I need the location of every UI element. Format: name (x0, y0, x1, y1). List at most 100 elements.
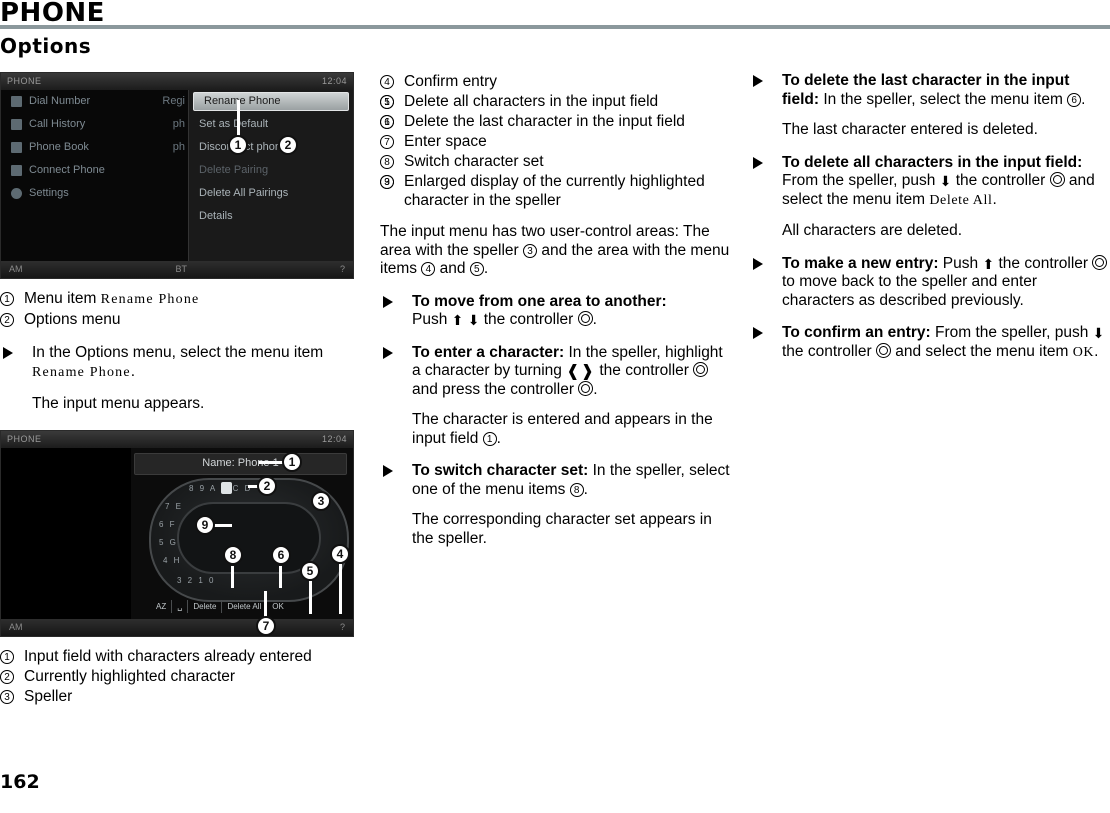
bluetooth-icon: BT (175, 264, 187, 274)
callout-bubble-6: 6 (271, 544, 291, 565)
screenshot2-bottom-left: AM (9, 621, 23, 632)
ref-1: 1 (482, 431, 497, 446)
callout-bubble-2: 2 (278, 135, 298, 155)
screenshot-phone-options-menu: PHONE 12:04 Dial Number Regi Call Histor… (0, 72, 354, 279)
screenshot2-bottom-bar: AM ? (1, 618, 353, 636)
ref-3: 3 (523, 243, 538, 258)
controller-icon (1049, 172, 1065, 187)
speller-row: 5 G (159, 537, 178, 547)
legend-number: 8 (380, 155, 394, 169)
screenshot1-bottom-left: AM (9, 264, 23, 274)
instruction-a: Push (938, 254, 983, 272)
legend-text: Options menu (24, 311, 121, 328)
bullet-triangle-icon (383, 465, 393, 477)
legend-number: 1 (0, 649, 14, 664)
screenshot1-menu-item[interactable]: Call History ph (1, 113, 191, 136)
legend-row: 1 Input field with characters already en… (0, 647, 360, 666)
screenshot1-menu-item[interactable]: Connect Phone (1, 159, 191, 182)
legend-row: 1 Menu item Rename Phone (0, 289, 360, 309)
menu-label: Dial Number (29, 95, 91, 107)
instruction-d: . (992, 190, 997, 208)
screenshot1-menu-item[interactable]: Dial Number Regi (1, 90, 191, 113)
callout-leader (309, 580, 312, 614)
bullet-triangle-icon (753, 156, 763, 169)
screenshot1-menu-item[interactable]: Phone Book ph (1, 136, 191, 159)
legend-row: 6 Delete the last character in the input… (380, 112, 732, 131)
instruction-b: the controller (782, 342, 876, 360)
callout-leader (264, 590, 267, 617)
callout-leader (237, 100, 240, 136)
legend-row: 2 Options menu (0, 310, 360, 329)
callout-bubble-7: 7 (256, 615, 276, 636)
page-header-title: PHONE (0, 0, 105, 28)
menu-label: Settings (29, 187, 69, 199)
menu-item-space[interactable]: ␣ (171, 599, 187, 613)
instruction-text: To switch character set: In the speller,… (412, 462, 732, 499)
legend-number: 2 (0, 669, 14, 684)
instruction-title: To switch character set: (412, 462, 589, 479)
callout-leader (231, 565, 234, 588)
instruction-mono: Delete All (929, 192, 993, 208)
step-mono: Rename Phone (32, 364, 131, 380)
instruction-b: the controller (595, 362, 694, 379)
legend-row: 2 Currently highlighted character (0, 667, 360, 686)
legend-text: Input field with characters already ente… (24, 647, 312, 665)
callout-bubble-3: 3 (311, 490, 331, 511)
legend-number: 3 (0, 689, 14, 704)
instruction-d: . (593, 380, 598, 398)
screenshot1-menu-item[interactable]: Settings (1, 182, 191, 205)
callout-bubble-9: 9 (195, 514, 215, 535)
bullet-triangle-icon (383, 295, 393, 308)
menu-item-delete-all[interactable]: Delete All (221, 599, 266, 613)
result-character-entered: The character is entered and appears in … (380, 411, 732, 448)
option-rename-phone[interactable]: Rename Phone (193, 92, 349, 111)
column-middle: 4 Confirm entry 5 Delete all characters … (380, 72, 732, 548)
result-a: The character is entered and appears in … (412, 411, 713, 447)
legend-text: Speller (24, 687, 73, 705)
instruction-title: To delete all characters in the input fi… (782, 153, 1083, 171)
legend-text: Currently highlighted character (24, 667, 236, 685)
option-disconnect-phone[interactable]: Disconnect phone (189, 136, 353, 159)
legend-text: Switch character set (404, 153, 544, 170)
bullet-triangle-icon (753, 75, 763, 87)
menu-item-switch-charset[interactable]: AZ (151, 600, 171, 613)
menu-item-ok[interactable]: OK (266, 599, 289, 613)
instruction-delete-all-characters: To delete all characters in the input fi… (750, 154, 1110, 211)
highlighted-character (221, 481, 232, 494)
speller-row: 6 F (159, 519, 177, 529)
bullet-triangle-icon (3, 347, 13, 359)
screenshot2-left-pane (1, 447, 131, 619)
legend-screenshot1: 1 Menu item Rename Phone 2 Options menu (0, 289, 360, 329)
legend-text: Delete all characters in the input field (404, 93, 659, 110)
instruction-a: Push (412, 311, 452, 328)
callout-bubble-2: 2 (257, 475, 277, 496)
instruction-text: To make a new entry: Push ⬆ the controll… (782, 254, 1110, 311)
screenshot1-main-menu: Dial Number Regi Call History ph Phone B… (1, 90, 191, 261)
instruction-confirm-entry: To confirm an entry: From the speller, p… (750, 324, 1110, 362)
step-tail: . (130, 362, 136, 380)
instruction-title: To move from one area to another: (412, 292, 667, 310)
option-set-as-default[interactable]: Set as Default (189, 113, 353, 136)
option-details[interactable]: Details (189, 205, 353, 228)
legend-text: Enlarged display of the currently highli… (404, 173, 705, 209)
option-delete-all-pairings[interactable]: Delete All Pairings (189, 182, 353, 205)
screenshot1-status-left: PHONE (7, 76, 42, 86)
callout-bubble-1: 1 (228, 135, 248, 155)
bullet-triangle-icon (753, 257, 763, 270)
bullet-triangle-icon (753, 327, 763, 339)
instruction-text: To enter a character: In the speller, hi… (412, 344, 732, 400)
callout-leader (279, 565, 282, 588)
menu-value: Regi (162, 95, 185, 107)
menu-item-delete[interactable]: Delete (187, 599, 221, 613)
speller-input-field[interactable]: Name: Phone 1 (134, 452, 347, 475)
legend-screenshot2: 1 Input field with characters already en… (0, 647, 360, 706)
header-rule (0, 25, 1110, 29)
speller-row: 4 H (163, 555, 182, 565)
intro-c: and (435, 260, 470, 277)
option-delete-pairing[interactable]: Delete Pairing (189, 159, 353, 182)
legend-number: 4 (380, 75, 394, 89)
phone-book-icon (11, 142, 22, 153)
controller-icon (693, 362, 709, 377)
screenshot2-status-right: 12:04 (321, 433, 347, 444)
legend-row: 5 Delete all characters in the input fie… (380, 92, 732, 111)
